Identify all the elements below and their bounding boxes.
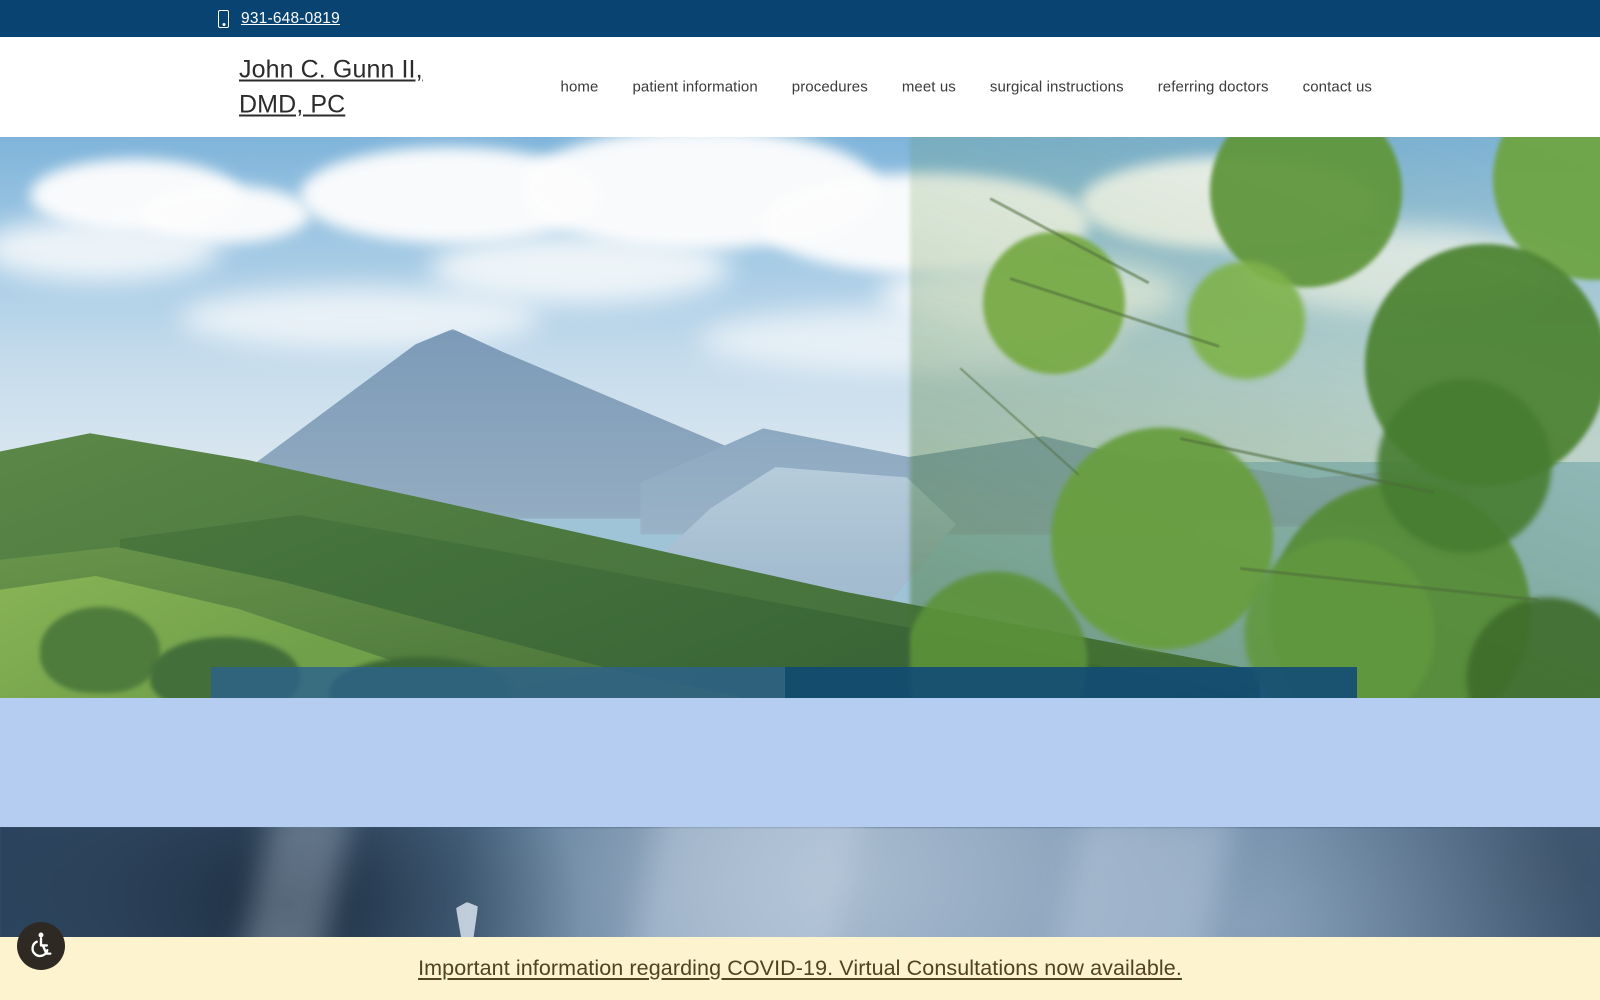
hero-banner: PATIENT REGISTRATION You may preregister… bbox=[0, 137, 1600, 698]
hero-landscape-image bbox=[0, 137, 1600, 698]
nav-item-surgical-instructions[interactable]: surgical instructions bbox=[990, 79, 1124, 96]
phone-number-link[interactable]: 931-648-0819 bbox=[241, 10, 340, 28]
mobile-phone-icon bbox=[218, 9, 229, 28]
top-utility-bar: 931-648-0819 bbox=[0, 0, 1600, 37]
accessibility-widget-button[interactable] bbox=[17, 922, 65, 970]
nav-item-patient-information[interactable]: patient information bbox=[632, 79, 757, 96]
nav-item-meet-us[interactable]: meet us bbox=[902, 79, 956, 96]
wheelchair-accessibility-icon bbox=[27, 931, 55, 962]
promo-card-patient-registration[interactable]: PATIENT REGISTRATION You may preregister… bbox=[211, 667, 784, 698]
cloud-shape bbox=[430, 233, 730, 303]
nav-item-referring-doctors[interactable]: referring doctors bbox=[1158, 79, 1269, 96]
covid-notice-link[interactable]: Important information regarding COVID-19… bbox=[418, 956, 1182, 981]
site-logo[interactable]: John C. Gunn II, DMD, PC bbox=[239, 53, 423, 122]
nav-item-home[interactable]: home bbox=[561, 79, 599, 96]
site-header: John C. Gunn II, DMD, PC home patient in… bbox=[0, 37, 1600, 137]
nav-item-procedures[interactable]: procedures bbox=[792, 79, 868, 96]
promo-card-referral-form[interactable]: REFERRAL FORM You may refer patients to … bbox=[784, 667, 1357, 698]
nav-item-contact-us[interactable]: contact us bbox=[1303, 79, 1372, 96]
cloud-shape bbox=[180, 287, 540, 349]
tree-clump bbox=[40, 607, 160, 693]
main-navigation: home patient information procedures meet… bbox=[561, 79, 1372, 96]
light-blue-divider-band bbox=[0, 698, 1600, 827]
promo-card-group: PATIENT REGISTRATION You may preregister… bbox=[211, 667, 1357, 698]
tree-foliage-mass-detail bbox=[1090, 197, 1600, 698]
covid-notice-banner: Important information regarding COVID-19… bbox=[0, 937, 1600, 1000]
